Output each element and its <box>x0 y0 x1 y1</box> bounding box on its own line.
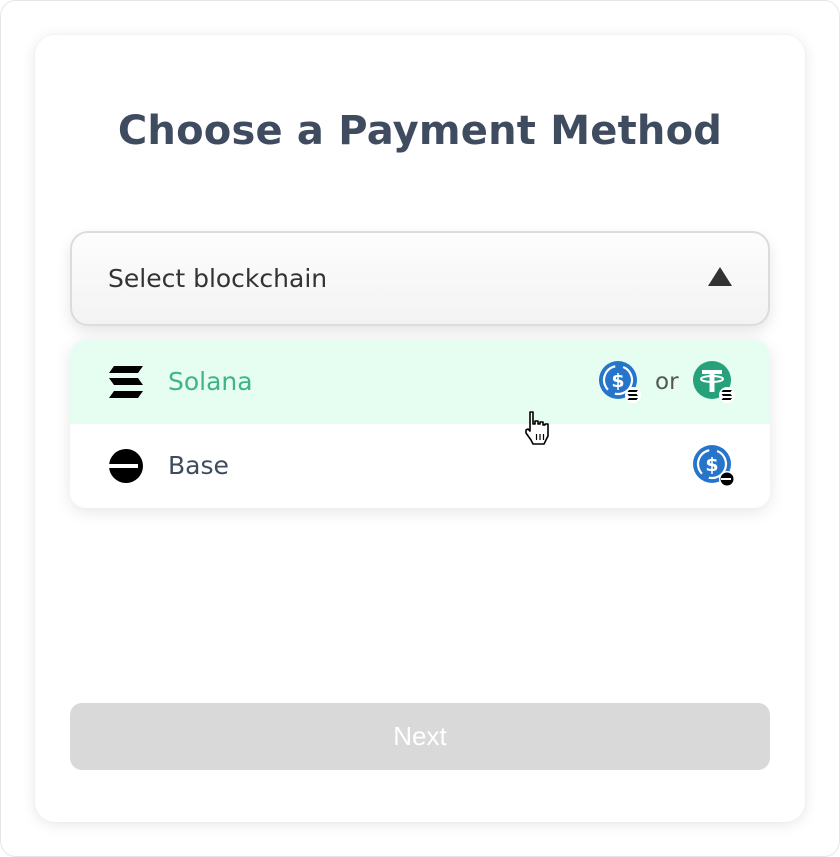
solana-badge-icon <box>721 390 732 400</box>
hand-pointer-cursor-icon <box>525 411 549 445</box>
usdc-icon: $ <box>693 445 735 487</box>
option-label: Base <box>168 451 229 480</box>
page-title: Choose a Payment Method <box>117 108 723 154</box>
usdt-icon <box>693 361 735 403</box>
usdc-icon: $ <box>599 361 641 403</box>
caret-up-icon <box>708 267 732 286</box>
solana-badge-icon <box>627 390 638 400</box>
svg-text:$: $ <box>705 454 718 476</box>
option-base[interactable]: Base $ <box>70 424 770 508</box>
base-icon <box>108 449 143 483</box>
next-button[interactable]: Next <box>70 703 770 770</box>
or-separator: or <box>655 369 679 395</box>
blockchain-dropdown: Solana $ or Base $ <box>70 340 770 508</box>
svg-text:$: $ <box>611 370 624 392</box>
option-solana[interactable]: Solana $ or <box>70 340 770 424</box>
blockchain-select[interactable]: Select blockchain <box>70 231 770 326</box>
select-placeholder: Select blockchain <box>108 264 328 293</box>
option-label: Solana <box>168 367 253 396</box>
base-badge-icon <box>720 472 734 486</box>
solana-icon <box>109 366 143 398</box>
